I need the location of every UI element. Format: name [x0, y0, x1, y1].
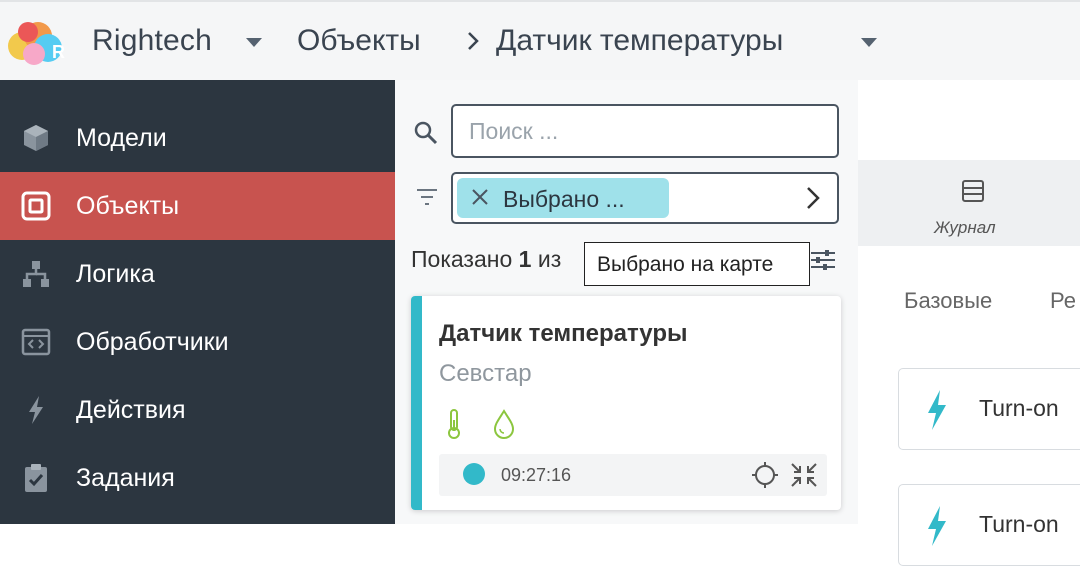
action-label: Turn-on	[979, 511, 1059, 537]
results-count: Показано 1 из	[411, 246, 562, 272]
object-switcher-chevron-down-icon[interactable]	[861, 38, 877, 47]
bolt-icon	[928, 506, 946, 546]
filter-chip-label: Выбрано ...	[503, 186, 625, 212]
sidebar-item-label: Модели	[76, 124, 167, 152]
sidebar-item-label: Обработчики	[76, 328, 229, 356]
sliders-icon[interactable]	[809, 248, 837, 272]
action-card[interactable]: Turn-on	[898, 368, 1080, 450]
subtab-basic[interactable]: Базовые	[904, 288, 992, 314]
breadcrumb-chevron-right-icon	[468, 32, 479, 50]
tab-journal-label: Журнал	[934, 218, 996, 237]
journal-list-icon	[962, 180, 984, 202]
sidebar-item-models[interactable]: Модели	[0, 104, 395, 172]
objects-list-panel: Выбрано ... Показано 1 из Выбрано на кар…	[395, 80, 858, 524]
object-card-accent-bar	[411, 296, 422, 510]
sidebar-item-tasks[interactable]: Задания	[0, 444, 395, 512]
close-icon[interactable]	[469, 186, 491, 208]
subtab-second[interactable]: Ре	[1050, 288, 1076, 314]
action-label: Turn-on	[979, 395, 1059, 421]
filter-chip-tooltip: Выбрано на карте	[584, 242, 810, 286]
sidebar-item-label: Действия	[76, 396, 186, 424]
chevron-right-icon[interactable]	[801, 185, 825, 211]
filter-chip[interactable]: Выбрано ...	[457, 178, 669, 218]
object-icon	[21, 191, 51, 221]
object-card-title: Датчик температуры	[439, 320, 688, 347]
app-switcher-chevron-down-icon[interactable]	[246, 38, 262, 47]
collapse-arrows-icon[interactable]	[789, 461, 819, 489]
cube-icon	[24, 125, 48, 151]
sidebar-item-actions[interactable]: Действия	[0, 376, 395, 444]
sidebar-item-handlers[interactable]: Обработчики	[0, 308, 395, 376]
online-status-dot	[463, 463, 485, 485]
bolt-icon	[29, 396, 43, 424]
bolt-icon	[928, 390, 946, 430]
sidebar: Модели Объекты Логика Обработчики Действ…	[0, 80, 395, 524]
object-card[interactable]: Датчик температуры Севстар 09:27:16	[411, 296, 841, 510]
filter-icon[interactable]	[415, 186, 439, 208]
locate-target-icon[interactable]	[751, 461, 779, 489]
clipboard-check-icon	[25, 464, 47, 492]
search-input[interactable]	[451, 104, 839, 158]
sidebar-item-logic[interactable]: Логика	[0, 240, 395, 308]
code-window-icon	[21, 328, 51, 356]
last-update-time: 09:27:16	[501, 465, 572, 485]
humidity-drop-icon	[493, 409, 515, 439]
object-tabs: Журнал	[858, 160, 1080, 246]
breadcrumb-current-object[interactable]: Датчик температуры	[496, 24, 783, 58]
app-switcher-label[interactable]: Rightech	[92, 24, 212, 58]
rightech-logo-icon[interactable]: R	[4, 16, 70, 68]
sidebar-item-label: Логика	[76, 260, 155, 288]
sidebar-item-objects[interactable]: Объекты	[0, 172, 395, 240]
svg-text:R: R	[52, 42, 65, 62]
object-details-panel: Журнал Базовые Ре Turn-on Turn-on	[858, 80, 1080, 566]
sidebar-item-label: Объекты	[76, 192, 180, 220]
top-bar: R Rightech Объекты Датчик температуры	[0, 0, 1080, 80]
search-icon	[414, 121, 438, 145]
action-card[interactable]: Turn-on	[898, 484, 1080, 566]
object-card-status-bar: 09:27:16	[439, 454, 827, 496]
sidebar-item-label: Задания	[76, 464, 175, 492]
object-card-subtitle: Севстар	[439, 360, 532, 387]
thermometer-icon	[448, 409, 460, 439]
breadcrumb-objects[interactable]: Объекты	[297, 24, 421, 58]
hierarchy-icon	[23, 261, 49, 287]
active-filter-field[interactable]: Выбрано ...	[451, 172, 839, 224]
